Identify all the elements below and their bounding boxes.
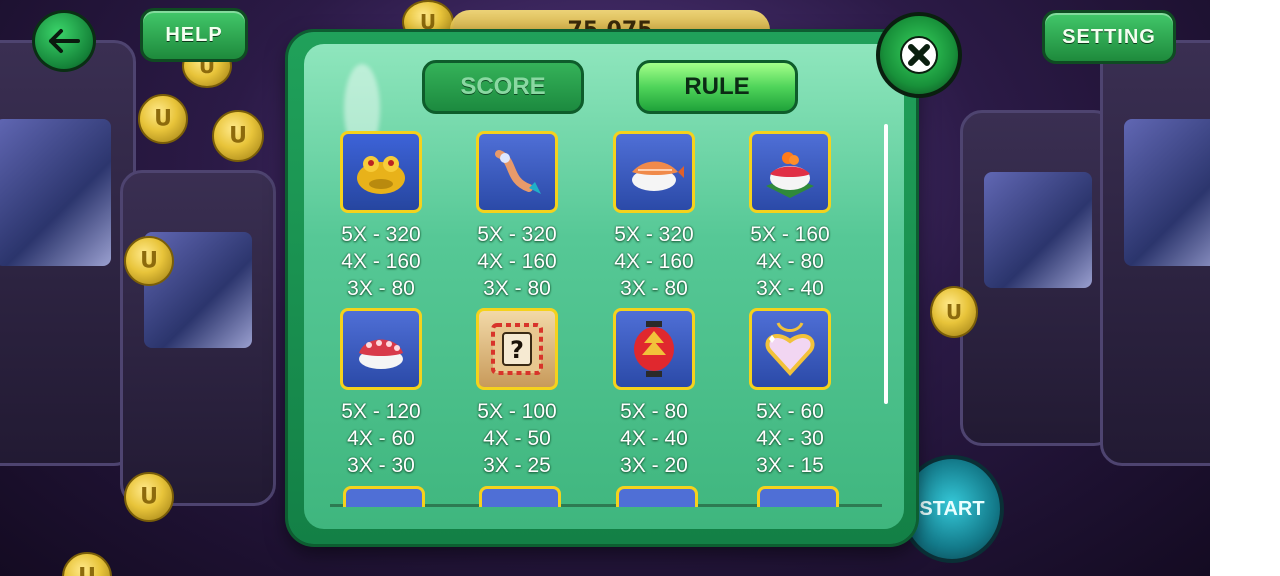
pay-3x: 3X - 15 — [756, 454, 824, 477]
symbol-peek — [343, 486, 425, 507]
golden-toad-icon — [340, 131, 422, 213]
symbol-paytable-item: 5X - 320 4X - 160 3X - 80 — [313, 131, 449, 302]
octopus-sushi-icon — [340, 308, 422, 390]
pay-3x: 3X - 20 — [620, 454, 688, 477]
screen-edge — [1210, 0, 1280, 576]
symbol-paytable-item: 5X - 320 4X - 160 3X - 80 — [449, 131, 585, 302]
red-lantern-icon — [613, 308, 695, 390]
coin-icon — [62, 552, 112, 576]
coin-icon — [124, 236, 174, 286]
pay-3x: 3X - 80 — [347, 277, 415, 300]
symbol-peek — [757, 486, 839, 507]
close-button[interactable] — [876, 12, 962, 98]
pay-5x: 5X - 80 — [620, 400, 688, 423]
heart-pendant-icon — [749, 308, 831, 390]
pay-5x: 5X - 100 — [477, 400, 557, 423]
pay-3x: 3X - 80 — [620, 277, 688, 300]
coin-icon — [212, 110, 264, 162]
close-icon — [900, 36, 938, 74]
mystery-box-icon: ? — [476, 308, 558, 390]
symbol-paytable-item: 5X - 160 4X - 80 3X - 40 — [722, 131, 858, 302]
tab-score[interactable]: SCORE — [422, 60, 584, 114]
pay-4x: 4X - 50 — [483, 427, 551, 450]
symbol-paytable-item: 5X - 60 4X - 30 3X - 15 — [722, 308, 858, 479]
coin-icon — [138, 94, 188, 144]
help-button[interactable]: HELP — [140, 8, 248, 62]
pay-3x: 3X - 40 — [756, 277, 824, 300]
pay-5x: 5X - 160 — [750, 223, 830, 246]
salmon-roe-sushi-icon — [749, 131, 831, 213]
arrow-left-icon — [49, 29, 80, 53]
arcade-machine-right — [960, 110, 1116, 446]
pay-4x: 4X - 160 — [477, 250, 557, 273]
arcade-machine-left-2 — [120, 170, 276, 506]
pay-4x: 4X - 60 — [347, 427, 415, 450]
fishing-lure-icon — [476, 131, 558, 213]
arcade-machine-right-2 — [1100, 40, 1210, 466]
pay-5x: 5X - 120 — [341, 400, 421, 423]
pay-4x: 4X - 160 — [341, 250, 421, 273]
pay-3x: 3X - 80 — [483, 277, 551, 300]
symbol-paytable-item: 5X - 320 4X - 160 3X - 80 — [586, 131, 722, 302]
pay-4x: 4X - 160 — [614, 250, 694, 273]
scrollbar[interactable] — [884, 124, 888, 404]
pay-5x: 5X - 320 — [341, 223, 421, 246]
coin-icon — [124, 472, 174, 522]
pay-4x: 4X - 40 — [620, 427, 688, 450]
pay-3x: 3X - 30 — [347, 454, 415, 477]
shrimp-sushi-icon — [613, 131, 695, 213]
arcade-machine-left — [0, 40, 136, 466]
pay-3x: 3X - 25 — [483, 454, 551, 477]
svg-text:?: ? — [510, 336, 524, 364]
symbol-paytable-item: 5X - 120 4X - 60 3X - 30 — [313, 308, 449, 479]
symbol-peek — [479, 486, 561, 507]
symbol-paytable-item: 5X - 80 4X - 40 3X - 20 — [586, 308, 722, 479]
pay-4x: 4X - 30 — [756, 427, 824, 450]
back-button[interactable] — [32, 10, 96, 72]
setting-button[interactable]: SETTING — [1042, 10, 1176, 64]
pay-5x: 5X - 320 — [477, 223, 557, 246]
pay-4x: 4X - 80 — [756, 250, 824, 273]
symbol-peek — [616, 486, 698, 507]
coin-icon — [930, 286, 978, 338]
symbol-paytable-item: ? 5X - 100 4X - 50 3X - 25 — [449, 308, 585, 479]
pay-5x: 5X - 320 — [614, 223, 694, 246]
pay-5x: 5X - 60 — [756, 400, 824, 423]
tab-rule[interactable]: RULE — [636, 60, 798, 114]
